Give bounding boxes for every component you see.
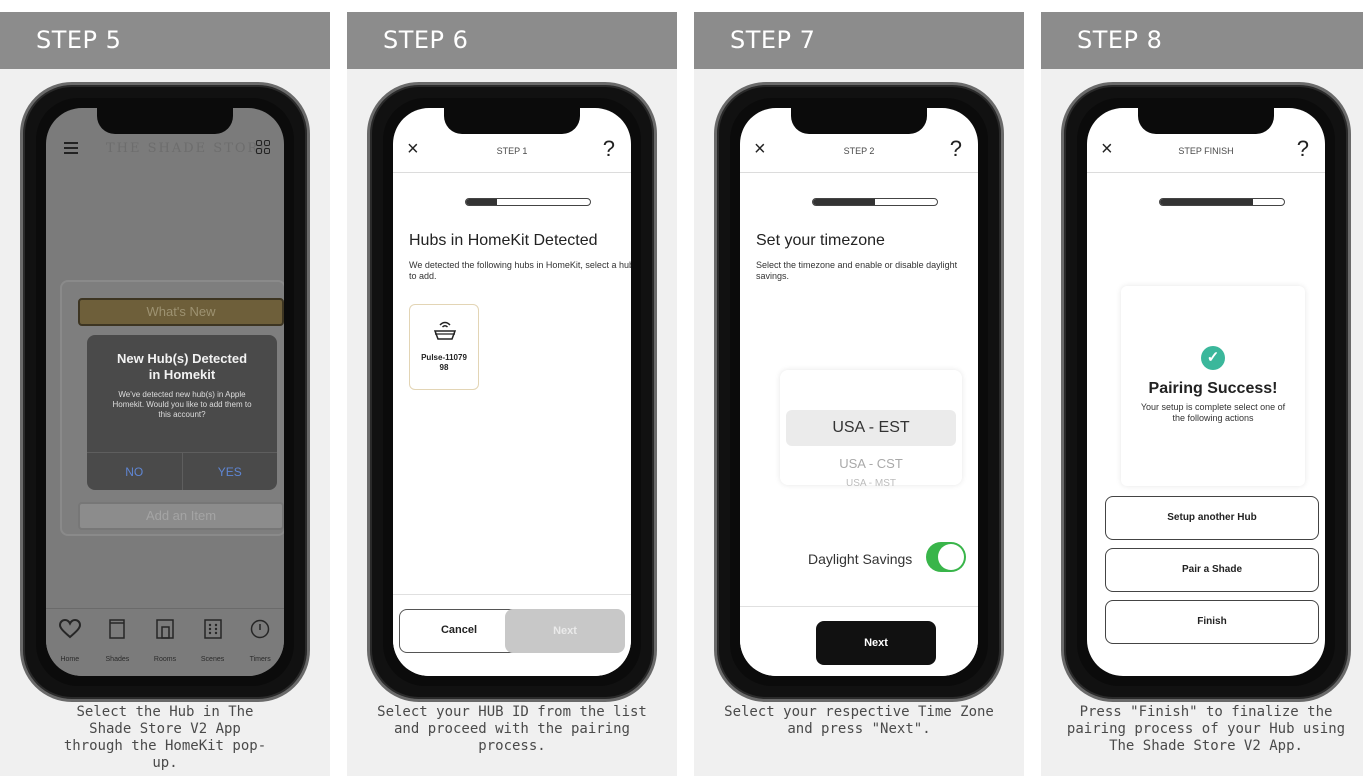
timezone-option[interactable]: USA - CST bbox=[780, 456, 962, 471]
success-title: Pairing Success! bbox=[1148, 380, 1278, 397]
timezone-picker[interactable]: USA - EST USA - CST USA - MST bbox=[780, 370, 962, 489]
phone-notch bbox=[791, 108, 927, 134]
step-label: STEP FINISH bbox=[1178, 146, 1234, 156]
scene-icon bbox=[189, 619, 237, 644]
step-title: STEP 8 bbox=[1077, 26, 1163, 54]
tab-timers[interactable]: Timers bbox=[236, 619, 284, 676]
progress-fill bbox=[1160, 199, 1253, 205]
tab-label: Rooms bbox=[153, 656, 177, 663]
step-panel-6: STEP 6 × STEP 1 ? Hubs in HomeKit Detect… bbox=[347, 12, 677, 776]
step-panel-7: STEP 7 × STEP 2 ? Set your timezone Sele… bbox=[694, 12, 1024, 776]
progress-fill bbox=[466, 199, 497, 205]
next-button[interactable]: Next bbox=[816, 621, 936, 665]
dialog-message: We've detected new hub(s) in Apple Homek… bbox=[112, 390, 252, 419]
tab-label: Shades bbox=[105, 656, 130, 663]
page-title: Hubs in HomeKit Detected bbox=[409, 232, 598, 249]
phone-notch bbox=[444, 108, 580, 134]
step-title: STEP 6 bbox=[383, 26, 469, 54]
toggle-knob bbox=[938, 544, 964, 570]
cancel-button[interactable]: Cancel bbox=[399, 609, 519, 653]
progress-bar bbox=[465, 198, 591, 206]
progress-bar bbox=[812, 198, 938, 206]
phone-screen: THE SHADE STORE What's New Add an Item N… bbox=[46, 108, 284, 676]
phone-screen: × STEP 1 ? Hubs in HomeKit Detected We d… bbox=[393, 108, 631, 676]
phone-frame: × STEP FINISH ? ✓ Pairing Success! Your … bbox=[1061, 82, 1351, 702]
help-icon[interactable]: ? bbox=[1297, 136, 1309, 162]
checkmark-icon: ✓ bbox=[1201, 346, 1225, 370]
dialog-yes-button[interactable]: YES bbox=[183, 453, 278, 490]
hub-card[interactable]: Pulse-11079 98 bbox=[409, 304, 479, 390]
phone-notch bbox=[97, 108, 233, 134]
pair-a-shade-button[interactable]: Pair a Shade bbox=[1105, 548, 1319, 592]
page-subtitle: We detected the following hubs in HomeKi… bbox=[409, 260, 631, 281]
phone-frame: × STEP 1 ? Hubs in HomeKit Detected We d… bbox=[367, 82, 657, 702]
panel-header: STEP 7 bbox=[694, 12, 1024, 69]
tab-home[interactable]: Home bbox=[46, 618, 94, 676]
step-panel-5: STEP 5 THE SHADE STORE What's New Add an… bbox=[0, 12, 330, 776]
page-title: Set your timezone bbox=[756, 232, 885, 249]
panel-header: STEP 8 bbox=[1041, 12, 1363, 69]
hub-id-label: Pulse-11079 98 bbox=[421, 353, 467, 372]
header-divider bbox=[393, 172, 631, 173]
phone-screen: × STEP 2 ? Set your timezone Select the … bbox=[740, 108, 978, 676]
phone-screen: × STEP FINISH ? ✓ Pairing Success! Your … bbox=[1087, 108, 1325, 676]
tab-scenes[interactable]: Scenes bbox=[189, 619, 237, 676]
timezone-option[interactable]: USA - EST bbox=[780, 419, 962, 437]
homekit-dialog: New Hub(s) Detected in Homekit We've det… bbox=[87, 335, 277, 490]
panel-header: STEP 5 bbox=[0, 12, 330, 69]
dialog-title: New Hub(s) Detected in Homekit bbox=[116, 351, 248, 382]
step-caption: Select your HUB ID from the list and pro… bbox=[377, 704, 647, 754]
daylight-savings-label: Daylight Savings bbox=[808, 551, 913, 567]
step-caption: Select the Hub in The Shade Store V2 App… bbox=[63, 704, 267, 771]
footer-bar: Next bbox=[740, 606, 978, 676]
add-item-button[interactable]: Add an Item bbox=[78, 502, 284, 530]
dialog-no-button[interactable]: NO bbox=[87, 453, 183, 490]
room-icon bbox=[141, 619, 189, 644]
phone-notch bbox=[1138, 108, 1274, 134]
shade-icon bbox=[94, 619, 142, 644]
dialog-buttons: NO YES bbox=[87, 452, 277, 490]
whats-new-button[interactable]: What's New bbox=[78, 298, 284, 326]
tab-label: Home bbox=[60, 656, 80, 663]
tab-label: Timers bbox=[249, 656, 271, 663]
hub-icon bbox=[432, 319, 458, 343]
next-button[interactable]: Next bbox=[505, 609, 625, 653]
success-subtitle: Your setup is complete select one of the… bbox=[1140, 402, 1286, 423]
help-icon[interactable]: ? bbox=[950, 136, 962, 162]
phone-frame: THE SHADE STORE What's New Add an Item N… bbox=[20, 82, 310, 702]
daylight-savings-toggle[interactable] bbox=[926, 542, 966, 572]
help-icon[interactable]: ? bbox=[603, 136, 615, 162]
page-subtitle: Select the timezone and enable or disabl… bbox=[756, 260, 958, 281]
phone-frame: × STEP 2 ? Set your timezone Select the … bbox=[714, 82, 1004, 702]
heart-icon bbox=[46, 618, 94, 644]
success-card: ✓ Pairing Success! Your setup is complet… bbox=[1121, 286, 1305, 486]
tab-shades[interactable]: Shades bbox=[94, 619, 142, 676]
header-divider bbox=[1087, 172, 1325, 173]
tab-bar: Home Shades Rooms Scenes Timers bbox=[46, 608, 284, 676]
step-caption: Press "Finish" to finalize the pairing p… bbox=[1066, 704, 1346, 754]
header-divider bbox=[740, 172, 978, 173]
step-panel-8: STEP 8 × STEP FINISH ? ✓ Pairing Success… bbox=[1041, 12, 1363, 776]
step-caption: Select your respective Time Zone and pre… bbox=[724, 704, 994, 737]
step-title: STEP 7 bbox=[730, 26, 816, 54]
progress-fill bbox=[813, 199, 875, 205]
setup-another-hub-button[interactable]: Setup another Hub bbox=[1105, 496, 1319, 540]
tab-rooms[interactable]: Rooms bbox=[141, 619, 189, 676]
menu-icon[interactable] bbox=[64, 142, 78, 154]
home-card: What's New Add an Item New Hub(s) Detect… bbox=[60, 280, 284, 536]
brand-logo: THE SHADE STORE bbox=[106, 141, 271, 156]
step-title: STEP 5 bbox=[36, 26, 122, 54]
finish-button[interactable]: Finish bbox=[1105, 600, 1319, 644]
panel-header: STEP 6 bbox=[347, 12, 677, 69]
progress-bar bbox=[1159, 198, 1285, 206]
tab-label: Scenes bbox=[200, 656, 225, 663]
grid-icon[interactable] bbox=[256, 140, 270, 154]
step-label: STEP 1 bbox=[496, 146, 528, 156]
clock-icon bbox=[236, 619, 284, 644]
step-label: STEP 2 bbox=[843, 146, 875, 156]
footer-bar: Cancel Next bbox=[393, 594, 631, 676]
timezone-option[interactable]: USA - MST bbox=[780, 478, 962, 489]
